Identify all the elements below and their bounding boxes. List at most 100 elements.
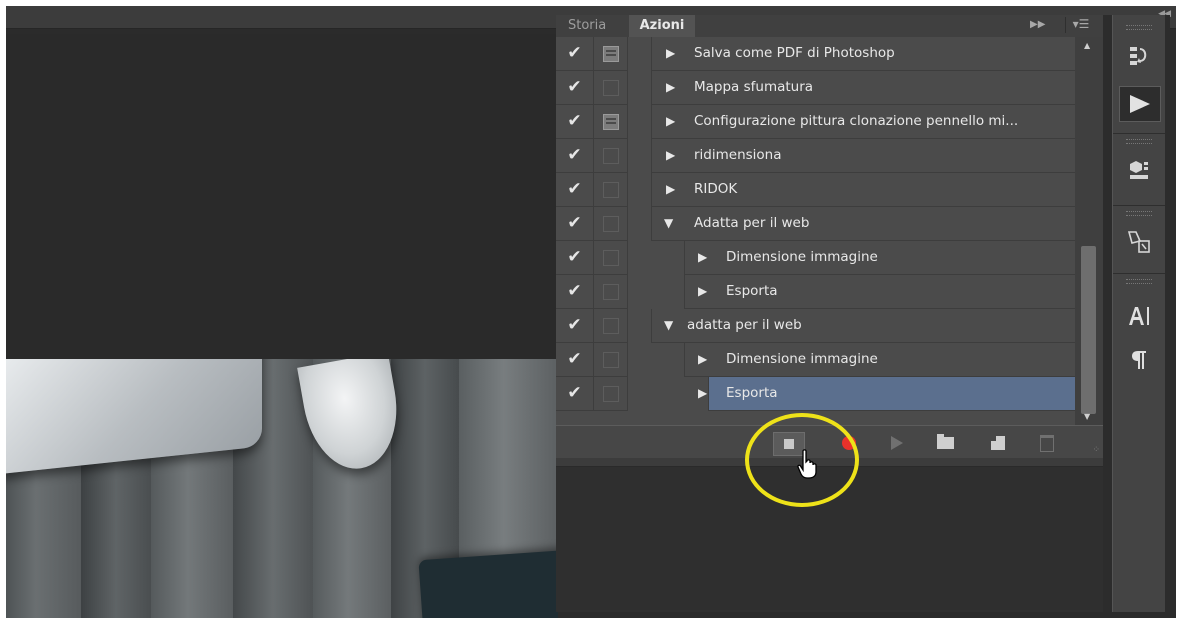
dock-grip[interactable] (1126, 25, 1152, 30)
expand-arrow-icon[interactable]: ▶ (666, 139, 675, 172)
new-action-button[interactable] (983, 432, 1013, 454)
expand-arrow-icon[interactable]: ▶ (666, 37, 675, 70)
expand-arrow-icon[interactable]: ▶ (666, 71, 675, 104)
dialog-icon (603, 148, 619, 164)
toggle-check-icon[interactable]: ✔ (556, 71, 594, 105)
toggle-check-icon[interactable]: ✔ (556, 309, 594, 343)
dock-separator (1113, 205, 1165, 206)
dialog-icon (603, 80, 619, 96)
expand-arrow-icon[interactable]: ▶ (666, 105, 675, 138)
toggle-check-icon[interactable]: ✔ (556, 377, 594, 411)
action-row-mappa-sfumatura[interactable]: ✔ ▶ Mappa sfumatura (556, 71, 1075, 105)
dialog-icon (603, 284, 619, 300)
action-label: Salva come PDF di Photoshop (694, 45, 895, 61)
actions-scrollbar[interactable]: ▲ ▼ (1075, 37, 1103, 425)
action-row-salva-pdf[interactable]: ✔ ▶ Salva come PDF di Photoshop (556, 37, 1075, 71)
new-set-button[interactable] (930, 432, 960, 454)
action-row-ridok[interactable]: ✔ ▶ RIDOK (556, 173, 1075, 207)
expand-arrow-icon[interactable]: ▶ (698, 241, 707, 274)
toggle-check-icon[interactable]: ✔ (556, 37, 594, 71)
expand-arrow-icon[interactable]: ▶ (666, 173, 675, 206)
trash-icon (1040, 434, 1054, 452)
notebook-photo-object (418, 549, 558, 618)
step-row-esporta-selected[interactable]: ✔ ▶ Esporta (556, 377, 1075, 411)
toggle-check-icon[interactable]: ✔ (556, 139, 594, 173)
action-row-adatta-web[interactable]: ✔ ▼ Adatta per il web (556, 207, 1075, 241)
step-label: Esporta (726, 385, 778, 401)
folder-icon (936, 434, 954, 449)
dialog-toggle[interactable] (594, 275, 628, 309)
action-label: Mappa sfumatura (694, 79, 814, 95)
dock-separator (1113, 133, 1165, 134)
play-button[interactable] (882, 432, 912, 454)
collapse-arrow-icon[interactable]: ▼ (664, 207, 673, 240)
dialog-icon (603, 352, 619, 368)
icon-dock (1112, 15, 1165, 612)
action-label: RIDOK (694, 181, 738, 197)
actions-panel: Storia Azioni ▶▶ ▾☰ ✔ ▶ Salva come PDF d… (556, 15, 1103, 612)
dialog-toggle[interactable] (594, 37, 628, 71)
dialog-toggle[interactable] (594, 343, 628, 377)
scrollbar-thumb[interactable] (1081, 246, 1096, 414)
action-label: Adatta per il web (694, 215, 810, 231)
dock-grip[interactable] (1126, 279, 1152, 284)
dialog-toggle[interactable] (594, 105, 628, 139)
panel-menu-icon[interactable]: ▾☰ (1065, 17, 1096, 33)
toggle-check-icon[interactable]: ✔ (556, 343, 594, 377)
dock-grip[interactable] (1126, 211, 1152, 216)
dialog-toggle[interactable] (594, 139, 628, 173)
resize-grip-icon[interactable]: ⁘ (1092, 445, 1099, 455)
document-image[interactable] (6, 359, 558, 618)
dialog-toggle[interactable] (594, 377, 628, 411)
paragraph-icon[interactable] (1119, 343, 1159, 377)
properties-icon[interactable] (1119, 153, 1159, 187)
action-row-ridimensiona[interactable]: ✔ ▶ ridimensiona (556, 139, 1075, 173)
dock-separator (1113, 273, 1165, 274)
toggle-check-icon[interactable]: ✔ (556, 241, 594, 275)
tab-storia[interactable]: Storia (558, 15, 616, 37)
delete-button[interactable] (1032, 432, 1062, 454)
toggle-check-icon[interactable]: ✔ (556, 173, 594, 207)
dialog-icon (603, 182, 619, 198)
dialog-icon (603, 114, 619, 130)
action-label: Configurazione pittura clonazione pennel… (694, 113, 1019, 129)
action-row-adatta-web-2[interactable]: ✔ ▼ adatta per il web (556, 309, 1075, 343)
dialog-toggle[interactable] (594, 173, 628, 207)
expand-arrow-icon[interactable]: ▶ (698, 377, 707, 410)
step-label: Esporta (726, 283, 778, 299)
expand-arrow-icon[interactable]: ▶ (698, 275, 707, 308)
toggle-check-icon[interactable]: ✔ (556, 207, 594, 241)
step-row-esporta[interactable]: ✔ ▶ Esporta (556, 275, 1075, 309)
expand-panel-icon[interactable]: ▶▶ (1030, 19, 1045, 30)
dialog-icon (603, 386, 619, 402)
panel-tab-bar: Storia Azioni ▶▶ ▾☰ (556, 15, 1103, 38)
actions-list[interactable]: ✔ ▶ Salva come PDF di Photoshop ✔ ▶ Mapp… (556, 37, 1075, 425)
character-icon[interactable] (1119, 299, 1159, 333)
dialog-icon (603, 318, 619, 334)
step-row-dimensione-immagine[interactable]: ✔ ▶ Dimensione immagine (556, 241, 1075, 275)
step-row-dimensione-immagine-2[interactable]: ✔ ▶ Dimensione immagine (556, 343, 1075, 377)
collapse-arrow-icon[interactable]: ▼ (664, 309, 673, 342)
expand-arrow-icon[interactable]: ▶ (698, 343, 707, 376)
action-label: ridimensiona (694, 147, 782, 163)
tab-azioni[interactable]: Azioni (629, 15, 695, 37)
action-row-configurazione[interactable]: ✔ ▶ Configurazione pittura clonazione pe… (556, 105, 1075, 139)
scroll-down-icon[interactable]: ▼ (1084, 412, 1090, 421)
brush-presets-icon[interactable] (1119, 225, 1159, 259)
document-canvas-background (6, 34, 558, 359)
dialog-toggle[interactable] (594, 71, 628, 105)
scroll-up-icon[interactable]: ▲ (1084, 41, 1090, 50)
dialog-toggle[interactable] (594, 207, 628, 241)
dialog-toggle[interactable] (594, 309, 628, 343)
hand-cursor-icon (797, 449, 817, 479)
dialog-toggle[interactable] (594, 241, 628, 275)
dialog-icon (603, 250, 619, 266)
toggle-check-icon[interactable]: ✔ (556, 275, 594, 309)
toggle-check-icon[interactable]: ✔ (556, 105, 594, 139)
new-item-icon (991, 436, 1005, 450)
dialog-icon (603, 216, 619, 232)
dock-grip[interactable] (1126, 139, 1152, 144)
play-icon (891, 436, 903, 450)
actions-play-icon[interactable] (1119, 86, 1161, 122)
history-icon[interactable] (1119, 39, 1159, 73)
